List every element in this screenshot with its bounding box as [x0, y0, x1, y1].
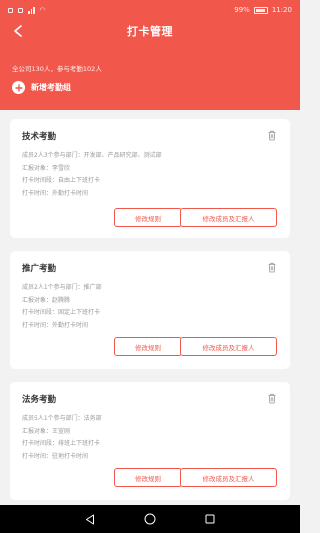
add-group-button[interactable]: 新增考勤组 — [12, 81, 71, 94]
group-rule: 打卡时间段：固定上下班打卡 — [22, 309, 101, 316]
edit-members-button[interactable]: 修改成员及汇报人 — [180, 468, 277, 487]
group-details: 成员2人1个参与部门：推广部 汇报对象：赵腾腾 打卡时间段：固定上下班打卡 打卡… — [22, 282, 102, 332]
group-rule: 打卡时间段：排班上下班打卡 — [22, 440, 101, 447]
attendance-group-card: 法务考勤 成员5人1个参与部门：法务部 汇报对象：王宣刚 打卡时间段：排班上下班… — [10, 382, 290, 500]
group-method: 打卡时间：外勤打卡时间 — [22, 321, 89, 329]
edit-rule-button[interactable]: 修改规则 — [114, 337, 182, 356]
notification-icon — [8, 7, 13, 13]
clock: 11:20 — [271, 6, 292, 14]
edit-rule-button[interactable]: 修改规则 — [114, 468, 182, 487]
group-name: 技术考勤 — [22, 132, 57, 142]
attendance-group-card: 推广考勤 成员2人1个参与部门：推广部 汇报对象：赵腾腾 打卡时间段：固定上下班… — [10, 251, 290, 369]
battery-icon — [253, 6, 268, 14]
status-bar: ◠ 99% 11:20 — [0, 0, 300, 20]
system-navigation-bar — [0, 505, 300, 533]
nav-bar: 打卡管理 — [0, 20, 300, 42]
add-group-label: 新增考勤组 — [31, 83, 71, 92]
page-title: 打卡管理 — [127, 25, 173, 38]
group-name: 推广考勤 — [22, 264, 57, 274]
battery-percent: 99% — [234, 6, 250, 14]
back-icon — [14, 25, 22, 37]
edit-rule-button[interactable]: 修改规则 — [114, 208, 182, 227]
edit-members-button[interactable]: 修改成员及汇报人 — [180, 337, 277, 356]
signal-icon — [28, 6, 35, 14]
group-reporter: 汇报对象：赵腾腾 — [22, 296, 71, 304]
nav-home-button[interactable] — [143, 512, 157, 526]
notification-icon — [18, 7, 23, 13]
status-icons-right: 99% 11:20 — [234, 6, 292, 14]
group-reporter: 汇报对象：李雪欣 — [22, 164, 71, 172]
wifi-icon: ◠ — [39, 6, 46, 14]
trash-icon[interactable] — [267, 130, 277, 141]
group-details: 成员2人3个参与部门：开发部、产品研究部、测试部 汇报对象：李雪欣 打卡时间段：… — [22, 150, 162, 200]
group-members: 成员2人1个参与部门：推广部 — [22, 284, 102, 291]
nav-recent-icon — [205, 514, 215, 524]
nav-recent-button[interactable] — [203, 512, 217, 526]
group-method: 打卡时间：外勤打卡时间 — [22, 189, 89, 197]
group-method: 打卡时间：驻地打卡时间 — [22, 452, 89, 460]
attendance-summary: 全公司130人，参与考勤102人 — [12, 65, 102, 73]
nav-home-icon — [144, 513, 156, 525]
group-name: 法务考勤 — [22, 395, 57, 405]
group-details: 成员5人1个参与部门：法务部 汇报对象：王宣刚 打卡时间段：排班上下班打卡 打卡… — [22, 413, 102, 463]
trash-icon[interactable] — [267, 393, 277, 404]
group-members: 成员2人3个参与部门：开发部、产品研究部、测试部 — [22, 152, 162, 159]
nav-back-button[interactable] — [83, 512, 97, 526]
trash-icon[interactable] — [267, 262, 277, 273]
back-button[interactable] — [8, 21, 28, 41]
nav-back-icon — [86, 514, 94, 524]
attendance-group-card: 技术考勤 成员2人3个参与部门：开发部、产品研究部、测试部 汇报对象：李雪欣 打… — [10, 119, 290, 238]
edit-members-button[interactable]: 修改成员及汇报人 — [180, 208, 277, 227]
group-members: 成员5人1个参与部门：法务部 — [22, 415, 102, 422]
plus-icon — [12, 81, 25, 94]
group-rule: 打卡时间段：自由上下班打卡 — [22, 177, 101, 184]
header: ◠ 99% 11:20 打卡管理 全公司130人，参与考勤102人 新增考勤组 — [0, 0, 300, 110]
status-icons-left: ◠ — [8, 6, 46, 14]
group-reporter: 汇报对象：王宣刚 — [22, 427, 71, 435]
